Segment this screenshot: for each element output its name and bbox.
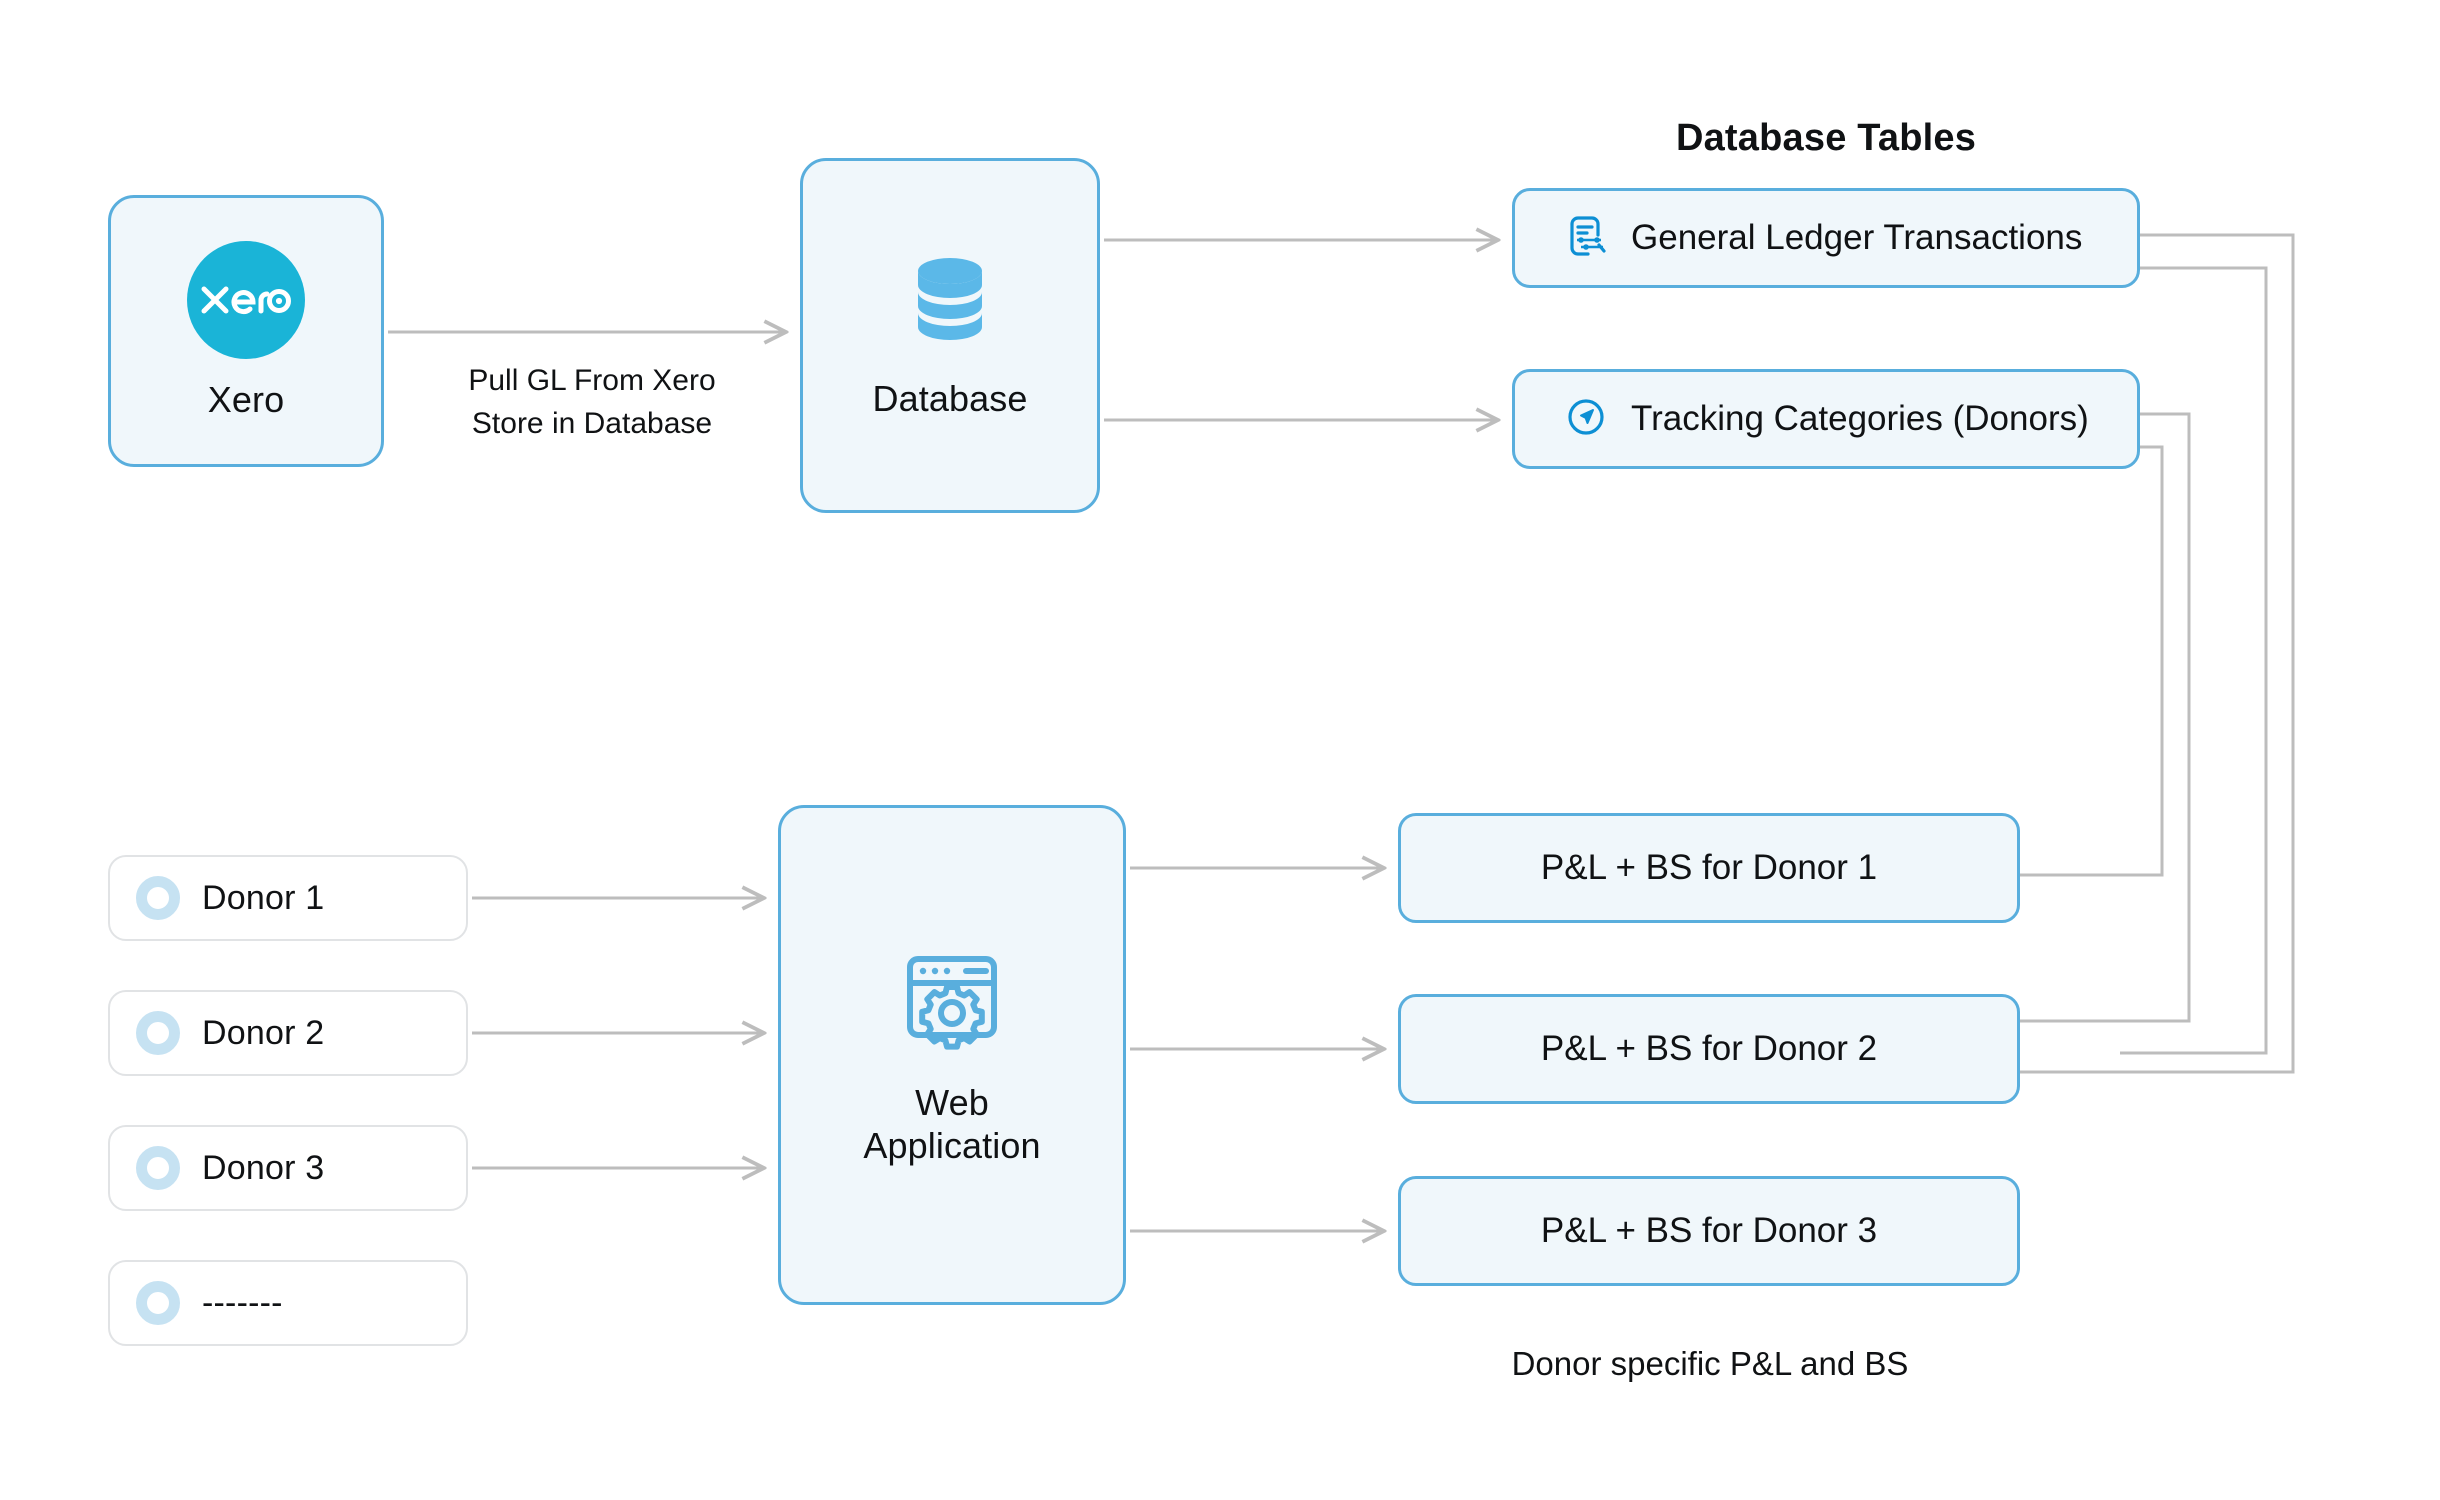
node-web-application[interactable]: Web Application (778, 805, 1126, 1305)
table-tracking-categories[interactable]: Tracking Categories (Donors) (1512, 369, 2140, 469)
list-item-donor-placeholder-label: ------- (202, 1283, 283, 1322)
table-general-ledger-transactions-label: General Ledger Transactions (1631, 218, 2083, 257)
ledger-document-icon (1563, 213, 1609, 264)
list-item-donor-3[interactable]: Donor 3 (108, 1125, 468, 1211)
output-pl-bs-donor-1[interactable]: P&L + BS for Donor 1 (1398, 813, 2020, 923)
node-xero[interactable]: Xero (108, 195, 384, 467)
edge-label-pull-gl-line2: Store in Database (471, 406, 713, 440)
edge-tracking-to-pl1-feedback (2020, 445, 2164, 877)
table-tracking-categories-label: Tracking Categories (Donors) (1631, 399, 2089, 438)
edge-gl-to-pl1-feedback (2120, 266, 2268, 1055)
list-item-donor-1-label: Donor 1 (202, 878, 325, 917)
edge-gl-to-pl2-feedback (2020, 233, 2295, 1074)
output-pl-bs-donor-3-label: P&L + BS for Donor 3 (1540, 1211, 1878, 1250)
output-pl-bs-donor-3[interactable]: P&L + BS for Donor 3 (1398, 1176, 2020, 1286)
table-general-ledger-transactions[interactable]: General Ledger Transactions (1512, 188, 2140, 288)
edge-tracking-to-pl2-feedback (2020, 412, 2191, 1023)
node-web-application-label: Web Application (863, 1082, 1040, 1167)
browser-gear-icon (898, 943, 1006, 1056)
list-item-donor-2[interactable]: Donor 2 (108, 990, 468, 1076)
xero-logo-icon (187, 240, 305, 359)
list-item-donor-2-label: Donor 2 (202, 1013, 325, 1052)
diagram-canvas: Xero Database Web Application Database T… (0, 0, 2440, 1500)
node-xero-label: Xero (207, 378, 285, 420)
list-item-donor-1[interactable]: Donor 1 (108, 855, 468, 941)
outputs-caption: Donor specific P&L and BS (1511, 1345, 1909, 1382)
donor-ring-icon (136, 876, 180, 920)
node-web-application-label-line2: Application (863, 1124, 1041, 1166)
node-database[interactable]: Database (800, 158, 1100, 513)
database-tables-title: Database Tables (1675, 117, 1977, 159)
node-web-application-label-line1: Web (915, 1082, 989, 1124)
list-item-donor-placeholder[interactable]: ------- (108, 1260, 468, 1346)
output-pl-bs-donor-1-label: P&L + BS for Donor 1 (1540, 848, 1878, 887)
edge-label-pull-gl-line1: Pull GL From Xero (468, 364, 716, 397)
output-pl-bs-donor-2[interactable]: P&L + BS for Donor 2 (1398, 994, 2020, 1104)
output-pl-bs-donor-2-label: P&L + BS for Donor 2 (1540, 1029, 1878, 1068)
database-cylinder-icon (900, 251, 1000, 356)
edge-label-pull-gl: Pull GL From Xero Store in Database (468, 360, 715, 445)
list-item-donor-3-label: Donor 3 (202, 1148, 325, 1187)
donor-ring-icon (136, 1281, 180, 1325)
node-database-label: Database (872, 377, 1028, 419)
donor-ring-icon (136, 1011, 180, 1055)
donor-ring-icon (136, 1146, 180, 1190)
navigation-arrow-circle-icon (1563, 394, 1609, 445)
